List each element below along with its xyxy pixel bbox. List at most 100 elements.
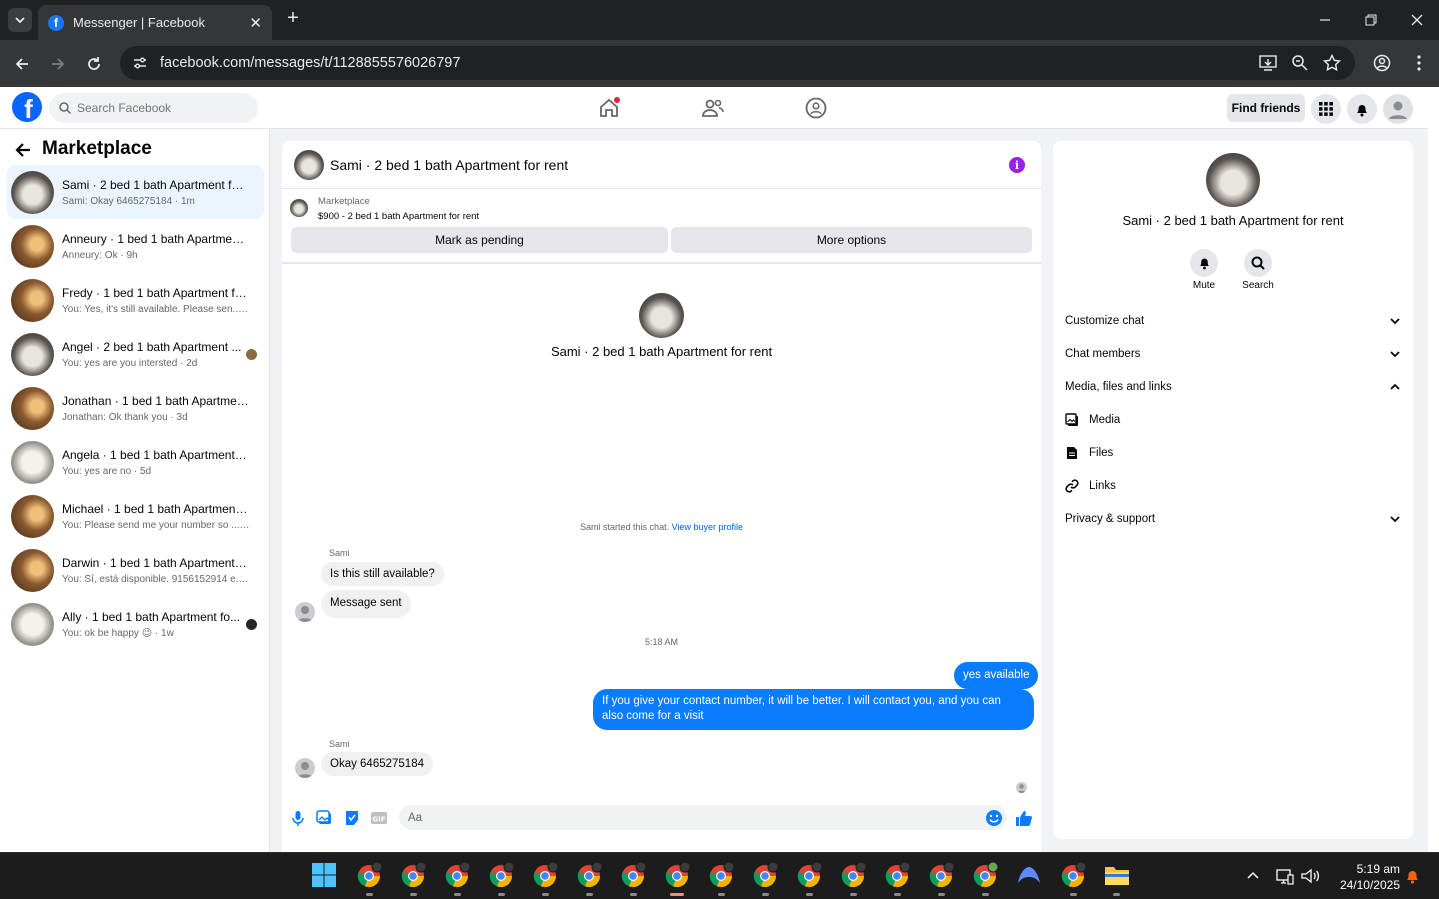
sender-avatar[interactable] <box>295 758 315 778</box>
conversation-header[interactable]: Sami · 2 bed 1 bath Apartment for rent <box>282 141 1041 189</box>
chrome-app-icon[interactable] <box>927 861 955 889</box>
home-icon[interactable] <box>597 96 621 120</box>
notifications-bell-icon[interactable] <box>1347 94 1377 124</box>
chrome-app-icon[interactable] <box>443 861 471 889</box>
chat-item[interactable]: Angela · 1 bed 1 bath Apartment f... You:… <box>7 435 264 489</box>
chrome-app-icon[interactable] <box>839 861 867 889</box>
facebook-search[interactable] <box>49 93 258 123</box>
notification-center-icon[interactable] <box>1405 868 1420 884</box>
search-input[interactable] <box>77 101 247 115</box>
back-icon[interactable] <box>10 52 34 76</box>
zoom-icon[interactable] <box>1291 54 1309 72</box>
incoming-message[interactable]: Message sent <box>321 590 411 618</box>
info-icon[interactable]: i <box>1009 157 1025 173</box>
chat-item[interactable]: Angel · 2 bed 1 bath Apartment ... You: y… <box>7 327 264 381</box>
customize-chat-row[interactable]: Customize chat <box>1065 312 1400 330</box>
details-avatar[interactable] <box>1206 153 1260 207</box>
chat-item[interactable]: Sami · 2 bed 1 bath Apartment for ... Sam… <box>7 165 264 219</box>
reload-icon[interactable] <box>82 52 106 76</box>
gif-icon[interactable]: GIF <box>370 809 388 827</box>
files-item[interactable]: Files <box>1065 444 1113 462</box>
emoji-icon[interactable] <box>985 809 1003 827</box>
close-window-icon[interactable] <box>1405 8 1429 32</box>
chat-item[interactable]: Fredy · 1 bed 1 bath Apartment for... You… <box>7 273 264 327</box>
more-options-button[interactable]: More options <box>671 227 1032 253</box>
microphone-icon[interactable] <box>289 809 307 827</box>
browser-tab[interactable]: f Messenger | Facebook ✕ <box>38 5 272 40</box>
chrome-app-icon[interactable] <box>707 861 735 889</box>
chat-preview: You: Sí, está disponible. 9156152914 e..… <box>62 573 250 585</box>
chrome-app-icon[interactable] <box>619 861 647 889</box>
groups-icon[interactable] <box>804 96 828 120</box>
close-tab-icon[interactable]: ✕ <box>249 14 262 32</box>
message-input[interactable]: Aa <box>399 805 1007 830</box>
links-item[interactable]: Links <box>1065 477 1116 495</box>
sender-avatar[interactable] <box>295 602 315 622</box>
network-icon[interactable] <box>1276 867 1294 885</box>
chrome-app-icon[interactable] <box>355 861 383 889</box>
like-icon[interactable] <box>1015 809 1033 827</box>
conversation-profile-avatar[interactable] <box>639 293 684 338</box>
privacy-support-row[interactable]: Privacy & support <box>1065 510 1400 528</box>
view-buyer-profile-link[interactable]: View buyer profile <box>672 522 743 532</box>
chat-item[interactable]: Jonathan · 1 bed 1 bath Apartment... Jona… <box>7 381 264 435</box>
chat-started-note: Sami started this chat. View buyer profi… <box>282 522 1041 532</box>
media-item[interactable]: Media <box>1065 411 1120 429</box>
volume-icon[interactable] <box>1300 867 1320 885</box>
chrome-app-icon[interactable] <box>1059 861 1087 889</box>
chat-item[interactable]: Michael · 1 bed 1 bath Apartment f... You… <box>7 489 264 543</box>
profile-icon[interactable] <box>1373 54 1391 72</box>
system-clock[interactable]: 5:19 am 24/10/2025 <box>1330 861 1400 893</box>
chrome-app-icon[interactable] <box>883 861 911 889</box>
outgoing-message[interactable]: If you give your contact number, it will… <box>593 689 1034 730</box>
windows-start-icon[interactable] <box>310 861 338 889</box>
tab-search-button[interactable] <box>8 8 32 32</box>
incoming-message[interactable]: Is this still available? <box>321 562 444 586</box>
bookmark-star-icon[interactable] <box>1323 54 1341 72</box>
find-friends-button[interactable]: Find friends <box>1227 94 1305 122</box>
running-indicator <box>718 893 725 896</box>
search-label: Search <box>1242 280 1274 291</box>
chrome-app-icon[interactable] <box>971 861 999 889</box>
media-files-links-row[interactable]: Media, files and links <box>1065 378 1400 396</box>
chrome-app-icon[interactable] <box>399 861 427 889</box>
page-scrollbar[interactable] <box>1428 87 1439 852</box>
chat-item[interactable]: Anneury · 1 bed 1 bath Apartment ... Anne… <box>7 219 264 273</box>
incoming-message[interactable]: Okay 6465275184 <box>321 752 433 776</box>
sticker-icon[interactable] <box>343 809 361 827</box>
restore-icon[interactable] <box>1359 8 1383 32</box>
browser-menu-icon[interactable] <box>1410 54 1428 72</box>
gallery-icon[interactable] <box>316 809 334 827</box>
minimize-icon[interactable] <box>1313 8 1337 32</box>
chat-avatar <box>11 386 54 430</box>
chrome-app-icon[interactable] <box>795 861 823 889</box>
chevron-up-icon <box>1390 383 1400 390</box>
running-indicator <box>938 893 945 896</box>
chat-item[interactable]: Darwin · 1 bed 1 bath Apartment f... You:… <box>7 543 264 597</box>
account-avatar[interactable] <box>1383 94 1413 124</box>
site-info-icon[interactable] <box>132 55 148 71</box>
new-tab-button[interactable]: + <box>282 8 304 30</box>
app-icon[interactable] <box>1015 861 1043 889</box>
chat-item[interactable]: Ally · 1 bed 1 bath Apartment fo... You: … <box>7 597 264 651</box>
file-explorer-icon[interactable] <box>1103 861 1131 889</box>
facebook-logo-icon[interactable]: f <box>12 92 42 122</box>
install-app-icon[interactable] <box>1259 54 1277 72</box>
listing-summary[interactable]: Marketplace $900 - 2 bed 1 bath Apartmen… <box>290 196 479 222</box>
chrome-app-icon[interactable] <box>531 861 559 889</box>
search-in-conversation-button[interactable] <box>1244 249 1272 277</box>
chrome-app-icon[interactable] <box>663 861 691 889</box>
chrome-app-icon[interactable] <box>487 861 515 889</box>
menu-grid-icon[interactable] <box>1311 94 1341 124</box>
outgoing-message[interactable]: yes available <box>954 662 1039 689</box>
omnibox[interactable]: facebook.com/messages/t/1128855576026797 <box>120 46 1355 80</box>
forward-icon[interactable] <box>46 52 70 76</box>
mark-pending-button[interactable]: Mark as pending <box>291 227 668 253</box>
chrome-app-icon[interactable] <box>575 861 603 889</box>
back-arrow-icon[interactable] <box>14 141 32 159</box>
chevron-up-icon[interactable] <box>1246 869 1260 883</box>
mute-button[interactable] <box>1190 249 1218 277</box>
chat-members-row[interactable]: Chat members <box>1065 345 1400 363</box>
chrome-app-icon[interactable] <box>751 861 779 889</box>
friends-icon[interactable] <box>701 96 725 120</box>
